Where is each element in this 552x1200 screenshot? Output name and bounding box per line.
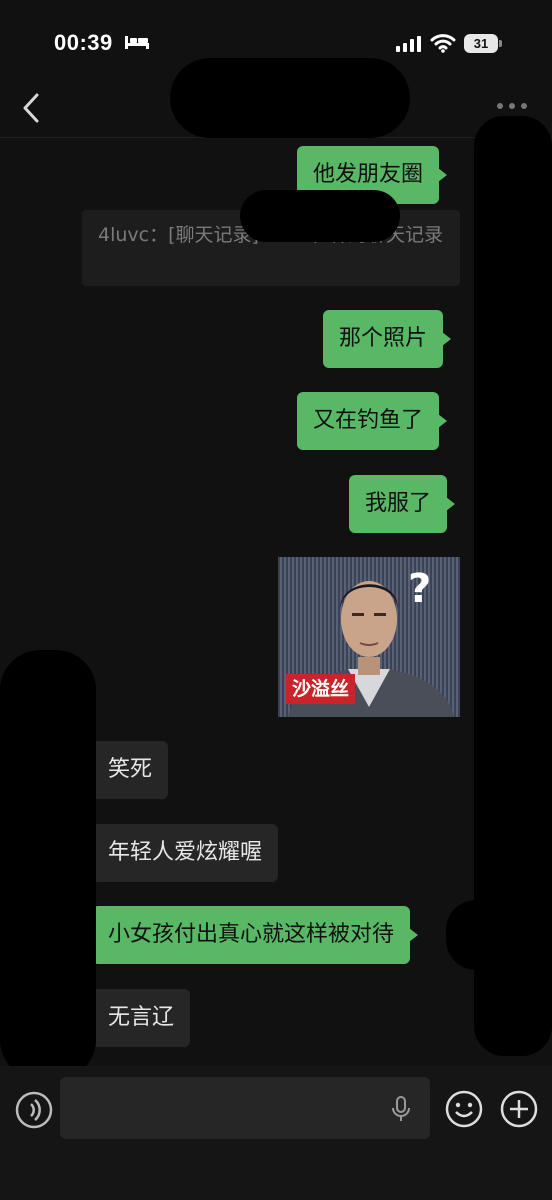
message-out[interactable]: 我服了	[349, 475, 456, 533]
wifi-icon	[430, 34, 456, 53]
message-out[interactable]: 小女孩付出真心就这样被对待	[92, 906, 419, 964]
bed-icon	[125, 36, 149, 49]
message-out[interactable]: 又在钓鱼了	[297, 392, 448, 450]
more-dots-icon[interactable]	[496, 102, 530, 110]
voice-input-icon[interactable]	[14, 1090, 54, 1130]
redaction-mark	[446, 900, 552, 970]
battery-level: 31	[464, 34, 498, 53]
bubble-tail	[438, 168, 448, 182]
emoji-icon[interactable]	[444, 1089, 484, 1129]
microphone-icon[interactable]	[390, 1095, 412, 1123]
redaction-mark	[0, 650, 96, 1080]
message-input[interactable]	[60, 1077, 430, 1139]
chevron-left-icon[interactable]	[20, 92, 44, 124]
message-text: 那个照片	[339, 326, 428, 351]
message-text: 笑死	[108, 757, 153, 782]
message-out[interactable]: 那个照片	[323, 310, 452, 368]
redaction-mark	[240, 190, 400, 242]
bubble-tail	[442, 332, 452, 346]
battery-tip	[499, 40, 502, 47]
bubble-tail	[446, 497, 456, 511]
message-text: 又在钓鱼了	[313, 408, 424, 433]
message-in[interactable]: 笑死	[92, 741, 169, 799]
message-text: 年轻人爱炫耀喔	[108, 840, 263, 865]
plus-icon[interactable]	[499, 1089, 539, 1129]
message-in[interactable]: 无言辽	[92, 989, 191, 1047]
battery-indicator: 31	[464, 34, 502, 53]
signal-icon	[396, 36, 421, 52]
message-in[interactable]: 年轻人爱炫耀喔	[92, 824, 279, 882]
message-text: 无言辽	[108, 1005, 175, 1030]
bubble-tail	[438, 414, 448, 428]
status-time: 00:39	[54, 30, 113, 55]
question-mark: ?	[408, 566, 432, 612]
redaction-mark	[170, 58, 410, 138]
message-text: 小女孩付出真心就这样被对待	[108, 922, 395, 947]
bubble-tail	[409, 928, 419, 942]
sticker-caption: 沙溢丝	[286, 674, 356, 704]
message-text: 他发朋友圈	[313, 162, 424, 187]
message-text: 我服了	[365, 491, 432, 516]
